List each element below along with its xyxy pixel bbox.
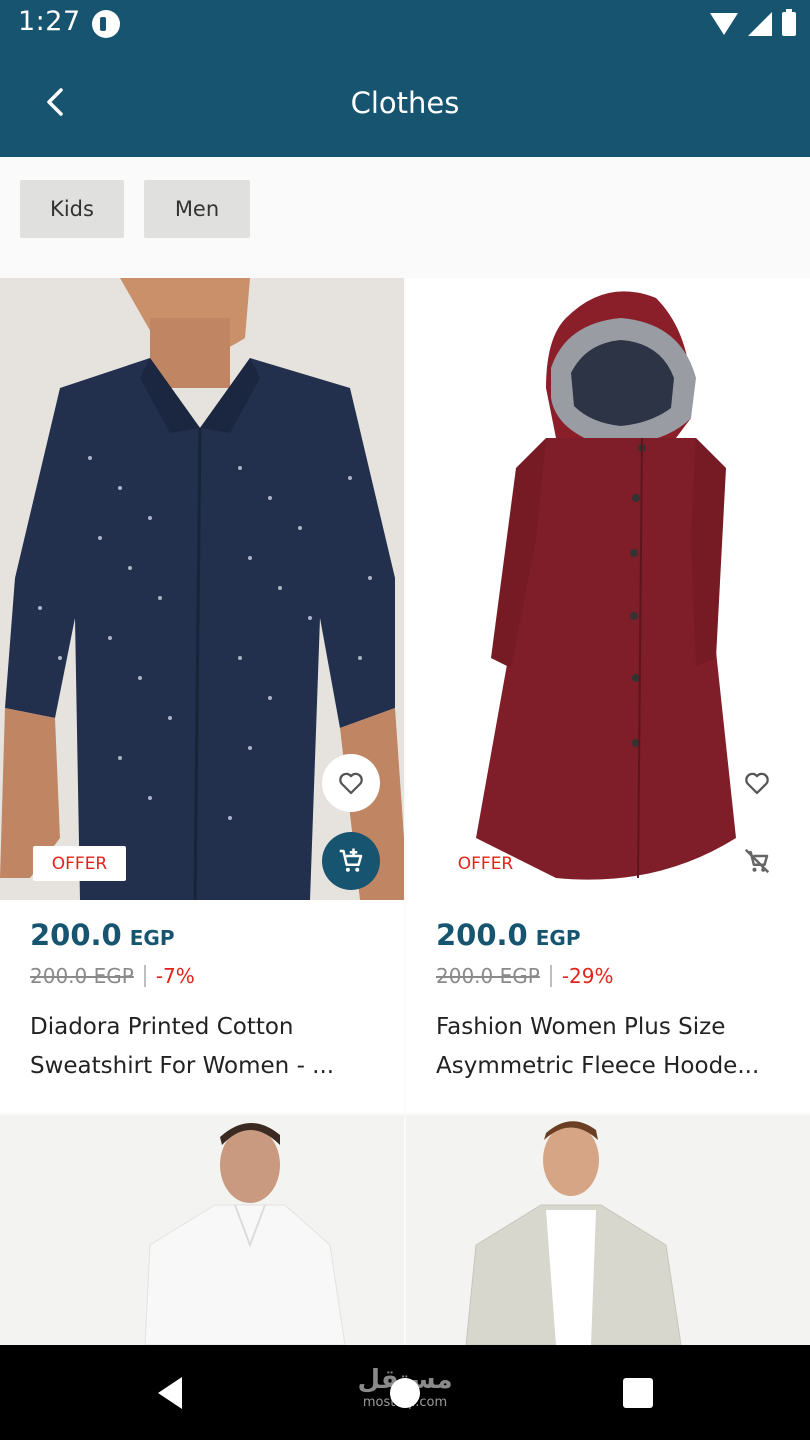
favorite-button[interactable] (728, 754, 786, 812)
product-name-line2: Sweatshirt For Women - ... (30, 1053, 335, 1079)
product-price: 200.0 EGP (436, 918, 580, 952)
remove-shopping-cart-icon (744, 848, 770, 874)
nav-recents-button[interactable] (623, 1378, 653, 1408)
product-image[interactable]: OFFER (0, 278, 404, 900)
battery-icon (782, 9, 796, 36)
status-icons (710, 9, 796, 38)
wifi-icon (710, 13, 738, 35)
product-name-line2: Asymmetric Fleece Hoode... (436, 1053, 760, 1079)
offer-badge: OFFER (457, 853, 514, 874)
heart-outline-icon (745, 772, 769, 795)
chip-kids[interactable]: Kids (20, 180, 124, 238)
app-header: 1:27 Clothes (0, 0, 810, 157)
cellular-signal-icon (748, 12, 772, 36)
product-image[interactable]: OFFER (406, 278, 810, 900)
product-image (406, 1115, 810, 1345)
heart-outline-icon (339, 772, 363, 795)
page-title: Clothes (350, 86, 460, 120)
old-price-row: 200.0 EGP -29% (436, 964, 613, 988)
old-price-row: 200.0 EGP -7% (30, 964, 195, 988)
nav-back-button[interactable] (150, 1373, 190, 1413)
product-card[interactable] (406, 1115, 810, 1345)
notification-app-icon (92, 10, 120, 38)
product-card[interactable]: OFFER 200.0 EGP 200.0 EGP -7% Diadora Pr… (0, 278, 404, 1113)
status-bar: 1:27 (0, 0, 810, 50)
remove-from-cart-button[interactable] (728, 832, 786, 890)
status-time: 1:27 (18, 6, 81, 37)
system-nav-bar: مستقل mostaql.com (0, 1345, 810, 1440)
price-value: 200.0 (30, 918, 122, 952)
price-currency: EGP (129, 926, 175, 950)
old-price: 200.0 EGP (30, 964, 134, 988)
add-shopping-cart-icon (339, 848, 363, 872)
favorite-button[interactable] (322, 754, 380, 812)
chip-men[interactable]: Men (144, 180, 250, 238)
offer-badge: OFFER (33, 846, 126, 881)
product-name-line1: Fashion Women Plus Size (436, 1014, 726, 1040)
product-card[interactable] (0, 1115, 404, 1345)
price-value: 200.0 (436, 918, 528, 952)
product-card[interactable]: OFFER 200.0 EGP 200.0 EGP -29% Fashion W… (406, 278, 810, 1113)
divider (143, 965, 146, 987)
product-price: 200.0 EGP (30, 918, 174, 952)
product-name: Diadora Printed Cotton Sweatshirt For Wo… (30, 1008, 380, 1086)
add-to-cart-button[interactable] (322, 832, 380, 890)
nav-home-button[interactable] (390, 1378, 420, 1408)
old-price: 200.0 EGP (436, 964, 540, 988)
product-image (0, 1115, 404, 1345)
product-name-line1: Diadora Printed Cotton (30, 1014, 294, 1040)
price-currency: EGP (535, 926, 581, 950)
discount-percent: -29% (561, 964, 614, 988)
discount-percent: -7% (155, 964, 195, 988)
divider (549, 965, 552, 987)
product-name: Fashion Women Plus Size Asymmetric Fleec… (436, 1008, 786, 1086)
filter-chips: Kids Men (20, 180, 250, 238)
